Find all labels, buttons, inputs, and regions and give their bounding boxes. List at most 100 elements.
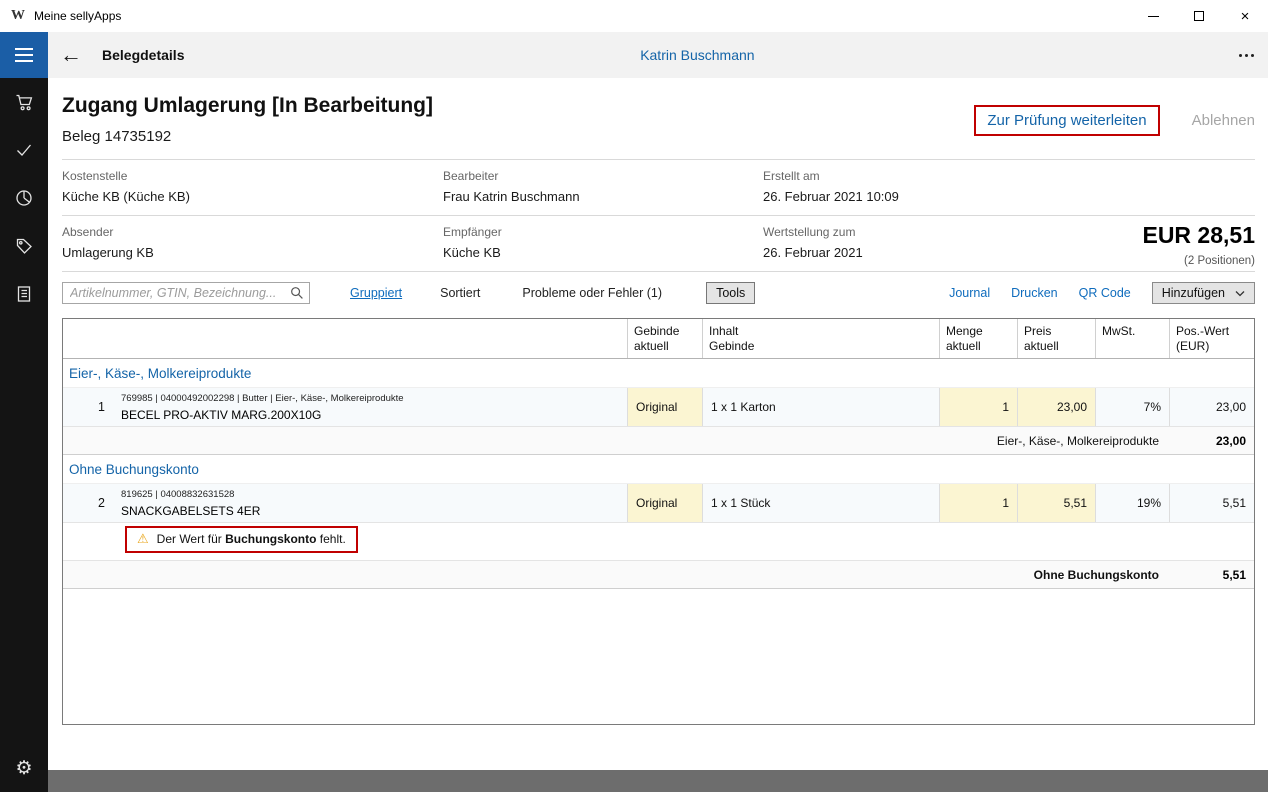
col-header-mwst: MwSt.: [1095, 319, 1169, 358]
positions-table: Gebinde aktuell Inhalt Gebinde Menge akt…: [62, 318, 1255, 725]
row-number: 2: [63, 484, 113, 522]
sidebar-item-tasks[interactable]: [0, 126, 48, 174]
row-number: 1: [63, 388, 113, 426]
app-header: ← Belegdetails Katrin Buschmann: [0, 32, 1268, 78]
recipient-label: Empfänger: [443, 225, 763, 239]
preis-cell[interactable]: 5,51: [1017, 484, 1095, 522]
journal-link[interactable]: Journal: [949, 286, 990, 300]
table-row[interactable]: 2 819625 | 04008832631528 SNACKGABELSETS…: [63, 484, 1254, 523]
close-button[interactable]: ×: [1222, 0, 1268, 32]
group-section: Eier-, Käse-, Molkereiprodukte 1 769985 …: [63, 359, 1254, 455]
cost-center-label: Kostenstelle: [62, 169, 443, 183]
col-header-preis: Preis aktuell: [1017, 319, 1095, 358]
editor-label: Bearbeiter: [443, 169, 763, 183]
subtotal-label: Eier-, Käse-, Molkereiprodukte: [63, 434, 1169, 448]
problems-filter[interactable]: Probleme oder Fehler (1): [522, 286, 662, 300]
user-name-link[interactable]: Katrin Buschmann: [640, 47, 754, 63]
article-meta: 819625 | 04008832631528: [121, 489, 619, 500]
sender-value: Umlagerung KB: [62, 245, 443, 260]
group-header: Eier-, Käse-, Molkereiprodukte: [63, 359, 1254, 388]
inhalt-cell: 1 x 1 Stück: [702, 484, 939, 522]
tools-button[interactable]: Tools: [706, 282, 755, 304]
row-warning-band: ⚠ Der Wert für Buchungskonto fehlt.: [63, 523, 1254, 561]
article-description: 769985 | 04000492002298 | Butter | Eier-…: [113, 388, 627, 426]
table-row[interactable]: 1 769985 | 04000492002298 | Butter | Eie…: [63, 388, 1254, 427]
gebinde-cell[interactable]: Original: [627, 484, 702, 522]
search-icon: [290, 286, 304, 300]
hamburger-menu-button[interactable]: [0, 32, 48, 78]
sidebar-item-journal[interactable]: [0, 270, 48, 318]
total-positions: (2 Positionen): [1142, 255, 1255, 267]
article-description: 819625 | 04008832631528 SNACKGABELSETS 4…: [113, 484, 627, 522]
chevron-down-icon: [1235, 290, 1245, 297]
more-options-button[interactable]: [1239, 32, 1254, 78]
menge-cell[interactable]: 1: [939, 388, 1017, 426]
check-icon: [14, 140, 34, 160]
poswert-cell: 23,00: [1169, 388, 1254, 426]
total-amount: EUR 28,51: [1142, 222, 1255, 249]
reject-button[interactable]: Ablehnen: [1192, 112, 1255, 129]
group-subtotal-row: Ohne Buchungskonto 5,51: [63, 561, 1254, 589]
app-window: W Meine sellyApps × ← Belegdetails Katri…: [0, 0, 1268, 792]
sidebar-nav: ⚙: [0, 78, 48, 792]
col-header-menge: Menge aktuell: [939, 319, 1017, 358]
mwst-cell: 19%: [1095, 484, 1169, 522]
grouped-toggle[interactable]: Gruppiert: [350, 286, 402, 300]
preis-cell[interactable]: 23,00: [1017, 388, 1095, 426]
forward-for-review-button[interactable]: Zur Prüfung weiterleiten: [974, 105, 1159, 136]
recipient-value: Küche KB: [443, 245, 763, 260]
add-button[interactable]: Hinzufügen: [1152, 282, 1255, 304]
created-at-label: Erstellt am: [763, 169, 1255, 183]
poswert-cell: 5,51: [1169, 484, 1254, 522]
qr-code-link[interactable]: QR Code: [1079, 286, 1131, 300]
maximize-button[interactable]: [1176, 0, 1222, 32]
editor-value: Frau Katrin Buschmann: [443, 189, 763, 204]
sidebar-item-cart[interactable]: [0, 78, 48, 126]
minimize-button[interactable]: [1130, 0, 1176, 32]
back-button[interactable]: ←: [48, 32, 94, 78]
group-header: Ohne Buchungskonto: [63, 455, 1254, 484]
subtotal-value: 5,51: [1169, 568, 1254, 582]
warning-icon: ⚠: [137, 531, 149, 547]
cost-center-value: Küche KB (Küche KB): [62, 189, 443, 204]
col-header-poswert: Pos.-Wert (EUR): [1169, 319, 1254, 358]
sender-label: Absender: [62, 225, 443, 239]
gebinde-cell[interactable]: Original: [627, 388, 702, 426]
maximize-icon: [1194, 11, 1204, 21]
cart-icon: [14, 92, 34, 112]
subtotal-label: Ohne Buchungskonto: [63, 568, 1169, 582]
items-toolbar: Gruppiert Sortiert Probleme oder Fehler …: [62, 281, 1255, 305]
sidebar-item-statistics[interactable]: [0, 174, 48, 222]
article-name: BECEL PRO-AKTIV MARG.200X10G: [121, 408, 619, 422]
article-name: SNACKGABELSETS 4ER: [121, 504, 619, 518]
menge-cell[interactable]: 1: [939, 484, 1017, 522]
group-subtotal-row: Eier-, Käse-, Molkereiprodukte 23,00: [63, 427, 1254, 455]
col-header-inhalt: Inhalt Gebinde: [702, 319, 939, 358]
col-header-description: [113, 319, 627, 358]
table-header-row: Gebinde aktuell Inhalt Gebinde Menge akt…: [63, 319, 1254, 359]
bottom-status-strip: [48, 770, 1268, 792]
sidebar-item-prices[interactable]: [0, 222, 48, 270]
sorted-toggle[interactable]: Sortiert: [440, 286, 480, 300]
sidebar-item-settings[interactable]: ⚙: [0, 744, 48, 792]
document-number: Beleg 14735192: [62, 128, 433, 145]
print-link[interactable]: Drucken: [1011, 286, 1058, 300]
info-row-2: Absender Umlagerung KB Empfänger Küche K…: [62, 216, 1255, 271]
article-meta: 769985 | 04000492002298 | Butter | Eier-…: [121, 393, 619, 404]
page-title: Belegdetails: [102, 47, 184, 63]
divider: [62, 271, 1255, 272]
app-logo-icon: W: [10, 8, 26, 24]
warning-text: Der Wert für Buchungskonto fehlt.: [157, 532, 346, 546]
info-row-1: Kostenstelle Küche KB (Küche KB) Bearbei…: [62, 160, 1255, 215]
col-header-gebinde: Gebinde aktuell: [627, 319, 702, 358]
window-titlebar: W Meine sellyApps ×: [0, 0, 1268, 32]
col-header-num: [63, 319, 113, 358]
add-button-label: Hinzufügen: [1162, 286, 1225, 300]
missing-account-warning: ⚠ Der Wert für Buchungskonto fehlt.: [125, 526, 358, 553]
main-content: Zugang Umlagerung [In Bearbeitung] Beleg…: [48, 78, 1268, 792]
gear-icon: ⚙: [15, 757, 32, 780]
more-icon: [1239, 54, 1242, 57]
window-title: Meine sellyApps: [34, 9, 121, 23]
search-input[interactable]: [62, 282, 310, 304]
document-title: Zugang Umlagerung [In Bearbeitung]: [62, 94, 433, 118]
